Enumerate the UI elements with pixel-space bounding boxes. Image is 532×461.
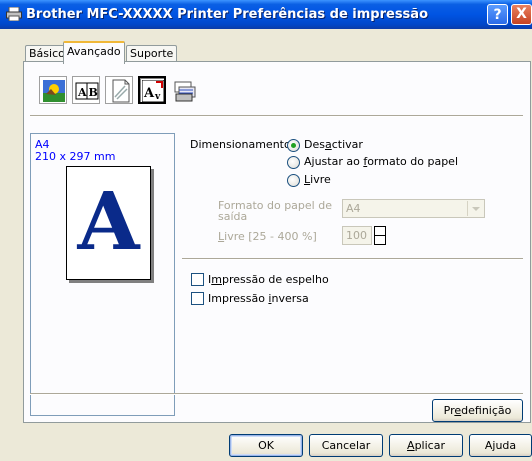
divider	[182, 258, 523, 260]
device-options-icon	[174, 81, 196, 102]
color-settings-icon	[43, 80, 65, 102]
help-title-button[interactable]: ?	[487, 4, 508, 25]
preview-paper-dimensions: 210 x 297 mm	[35, 150, 116, 163]
ab-layout-button[interactable]: A B	[72, 76, 100, 104]
tab-avancado[interactable]: Avançado	[63, 41, 125, 64]
reverse-print-label[interactable]: Impressão inversa	[208, 292, 309, 305]
mirror-print-label[interactable]: Impressão de espelho	[208, 273, 329, 286]
watermark-button[interactable]	[105, 76, 133, 104]
printer-icon	[6, 7, 22, 21]
divider	[30, 115, 523, 117]
preview-letter: A	[77, 174, 140, 268]
divider	[30, 393, 523, 395]
svg-text:B: B	[89, 86, 98, 99]
title-bar[interactable]: Brother MFC-XXXXX Printer Preferências d…	[0, 0, 532, 29]
scaling-off-radio[interactable]	[287, 139, 300, 152]
close-button[interactable]: X	[511, 4, 532, 25]
ab-layout-icon: A B	[75, 82, 99, 100]
svg-text:A: A	[77, 86, 87, 99]
color-settings-button[interactable]	[39, 76, 67, 104]
output-paper-value: A4	[346, 202, 361, 215]
free-percent-input[interactable]: 100	[342, 226, 372, 245]
scaling-fit-paper-radio[interactable]	[287, 156, 300, 169]
scaling-free-label[interactable]: Livre	[304, 173, 331, 186]
preview-page: A	[66, 166, 151, 280]
scaling-fit-paper-label[interactable]: Ajustar ao formato do papel	[304, 155, 458, 168]
scaling-off-label[interactable]: Desactivar	[304, 138, 363, 151]
svg-text:v: v	[154, 92, 161, 102]
window-title: Brother MFC-XXXXX Printer Preferências d…	[26, 7, 428, 22]
help-button[interactable]: Ajuda	[469, 434, 532, 457]
mirror-print-checkbox[interactable]	[191, 273, 204, 286]
free-percent-spinner[interactable]	[374, 226, 386, 245]
cancel-button[interactable]: Cancelar	[309, 434, 383, 457]
output-paper-select[interactable]: A4	[342, 199, 485, 218]
svg-text:A: A	[143, 86, 155, 101]
chevron-down-icon	[467, 201, 483, 216]
scaling-free-radio[interactable]	[287, 174, 300, 187]
ok-button[interactable]: OK	[229, 434, 303, 457]
free-percent-label: Livre [25 - 400 %]	[218, 230, 317, 243]
tab-suporte[interactable]: Suporte	[126, 45, 178, 62]
scaling-label: Dimensionamento	[190, 138, 291, 151]
default-button[interactable]: Predefinição	[432, 399, 523, 422]
scaling-button[interactable]: A v	[138, 76, 166, 104]
device-options-button[interactable]	[171, 76, 199, 104]
output-paper-label: Formato do papel de saída	[218, 199, 332, 223]
watermark-icon	[112, 79, 130, 103]
scaling-icon: A v	[142, 80, 165, 103]
apply-button[interactable]: Aplicar	[389, 434, 463, 457]
reverse-print-checkbox[interactable]	[191, 292, 204, 305]
